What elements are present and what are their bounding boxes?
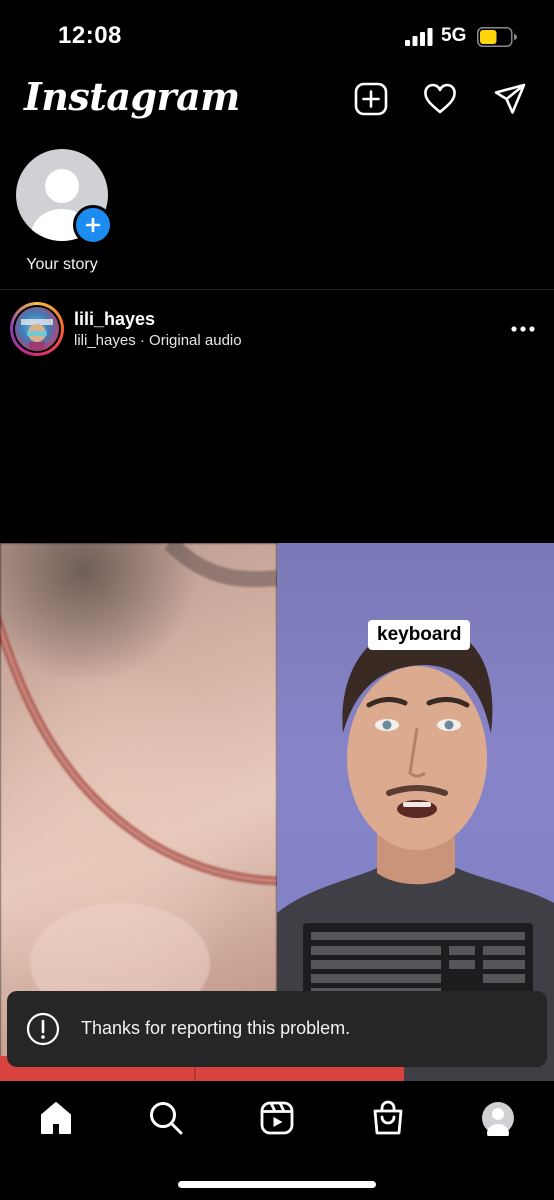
alert-circle-icon	[26, 1012, 60, 1046]
direct-message-icon	[494, 83, 526, 114]
nav-shop[interactable]	[368, 1098, 408, 1138]
heart-icon	[424, 83, 456, 114]
search-icon	[150, 1102, 183, 1135]
home-icon	[41, 1102, 71, 1134]
nav-reels[interactable]	[257, 1098, 297, 1138]
plus-icon	[85, 217, 101, 233]
toast-message: Thanks for reporting this problem.	[81, 1018, 351, 1038]
home-indicator	[178, 1181, 376, 1188]
nav-search[interactable]	[146, 1098, 186, 1138]
bottom-navigation	[0, 1084, 554, 1200]
report-toast: Thanks for reporting this problem.	[7, 991, 547, 1067]
author-avatar-image	[15, 307, 59, 351]
more-icon	[511, 326, 535, 332]
shop-icon	[373, 1100, 403, 1135]
nav-home[interactable]	[36, 1098, 76, 1138]
network-type: 5G	[441, 25, 467, 46]
instagram-logo[interactable]: Instagram	[24, 74, 240, 119]
new-post-icon	[354, 82, 388, 116]
divider	[0, 289, 554, 290]
activity-button[interactable]	[423, 82, 457, 116]
nav-profile[interactable]	[478, 1098, 518, 1138]
post-audio-subtitle[interactable]: lili_hayes · Original audio	[74, 332, 242, 349]
signal-icon	[405, 28, 433, 46]
battery-icon	[477, 27, 517, 47]
add-story-button[interactable]	[73, 205, 113, 245]
direct-messages-button[interactable]	[493, 82, 527, 116]
post-author-avatar[interactable]	[10, 302, 64, 356]
post-username[interactable]: lili_hayes	[74, 309, 155, 330]
post-more-button[interactable]	[508, 318, 538, 340]
new-post-button[interactable]	[354, 82, 388, 116]
video-caption-label: keyboard	[368, 620, 471, 650]
your-story-label: Your story	[26, 256, 98, 273]
profile-avatar	[482, 1102, 514, 1136]
status-time: 12:08	[58, 22, 122, 49]
reels-icon	[260, 1101, 294, 1135]
